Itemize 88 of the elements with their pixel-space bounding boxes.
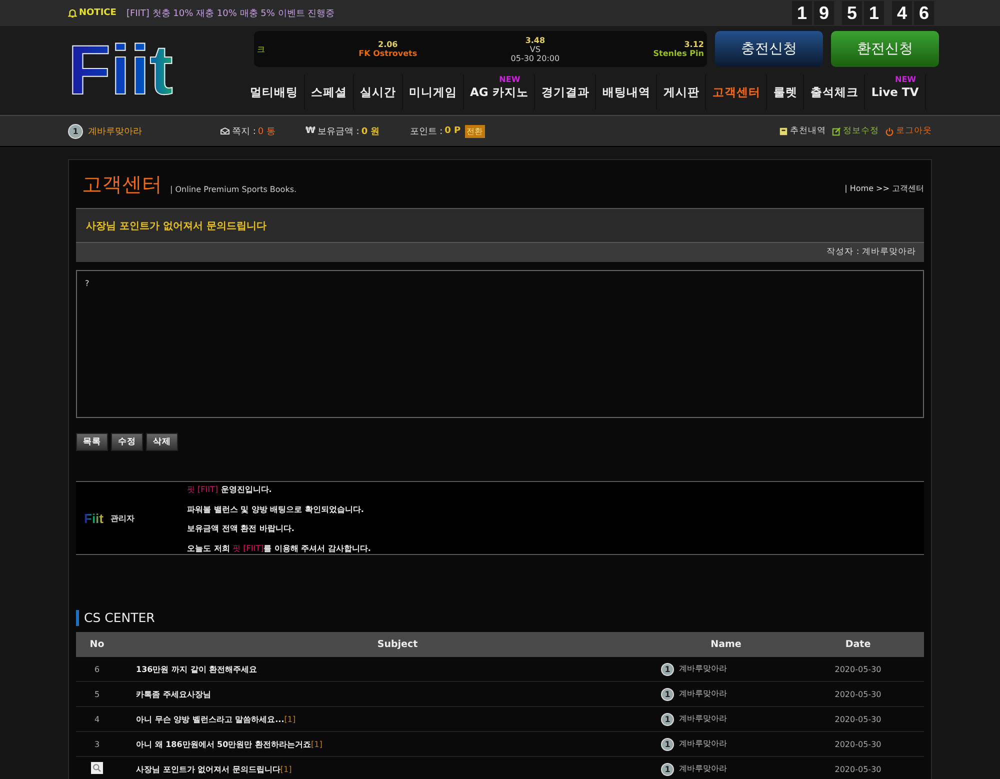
balance: ₩ 보유금액 : 0 원: [306, 125, 380, 138]
post-body: ?: [76, 270, 924, 418]
match-time: 05-30 20:00: [510, 54, 560, 62]
notice-label: NOTICE: [68, 8, 116, 18]
action-button[interactable]: 수정: [111, 433, 143, 451]
team-name: FK Ostrovets: [358, 49, 418, 58]
nav-tab[interactable]: 룰렛: [773, 85, 798, 99]
breadcrumb: | Home >> 고객센터: [844, 183, 924, 194]
action-button[interactable]: 삭제: [146, 433, 178, 451]
post-date: 2020-05-30: [834, 764, 882, 774]
team-name: 크: [257, 44, 265, 54]
nav-tab[interactable]: 출석체크: [810, 85, 858, 99]
row-number: 5: [94, 690, 100, 698]
new-label: NEW: [499, 75, 520, 84]
level-icon: 1: [661, 712, 674, 726]
reply-text: 오늘도 저희 핏 [FIIT]를 이용해 주셔서 감사합니다.: [187, 542, 371, 554]
nav-tab[interactable]: 게시판: [663, 85, 700, 99]
page-title: 고객센터: [82, 171, 162, 198]
edit-link[interactable]: 정보수정: [832, 125, 879, 137]
row-number: 6: [94, 664, 100, 674]
level-icon: 1: [68, 124, 83, 138]
post-date: 2020-05-30: [834, 664, 882, 674]
envelope-icon: [220, 127, 230, 135]
clock-digit: 5: [842, 1, 862, 25]
memo-count[interactable]: 쪽지 : 0 통: [220, 124, 276, 138]
nav-tab[interactable]: 경기결과: [541, 85, 590, 99]
clock-digit: 4: [892, 1, 912, 25]
fiit-logo: Fiit: [84, 510, 104, 526]
clock-digit: 6: [914, 1, 934, 25]
column-header: Name: [660, 632, 792, 657]
post-link[interactable]: 136만원 까지 같이 환전해주세요: [136, 664, 258, 674]
post-author: 작성자 : 계바루맞아라: [76, 242, 924, 262]
level-icon: 1: [661, 662, 674, 676]
author-name: 계바루맞아라: [679, 764, 727, 772]
level-icon: 1: [661, 688, 674, 700]
nav-tab[interactable]: Live TV: [871, 85, 919, 99]
author-name: 계바루맞아라: [679, 688, 727, 698]
recommend-link[interactable]: 추천내역: [779, 125, 826, 137]
logout-link[interactable]: 로그아웃: [885, 125, 932, 137]
odds: 3.12: [684, 40, 704, 49]
reply-text: 파워볼 밸런스 및 양방 배팅으로 확인되었습니다.: [187, 504, 365, 515]
edit-icon: [832, 126, 841, 136]
bell-icon: [68, 8, 77, 18]
withdraw-button[interactable]: 환전신청: [831, 31, 939, 67]
column-header: Subject: [118, 632, 660, 657]
author-name: 계바루맞아라: [679, 714, 727, 722]
deposit-button[interactable]: 충전신청: [715, 31, 823, 67]
nav-tab[interactable]: 고객센터: [712, 85, 760, 99]
author-name: 계바루맞아라: [679, 664, 727, 672]
nav-tab[interactable]: 배팅내역: [602, 85, 650, 99]
clock-digit: 9: [814, 1, 834, 25]
reply-text: 핏 [FIIT] 운영진입니다.: [187, 484, 273, 495]
post-link[interactable]: 사장님 포인트가 없어져서 문의드립니다[1]: [136, 764, 292, 774]
power-icon: [885, 126, 894, 136]
clock-digit: 1: [792, 1, 812, 25]
page-subtitle: | Online Premium Sports Books.: [170, 185, 297, 194]
post-title: 사장님 포인트가 없어져서 문의드립니다: [76, 208, 924, 242]
author-name: 계바루맞아라: [679, 738, 727, 748]
team-name: Stenles Pin: [653, 49, 704, 58]
notice-text: [FIIT] 첫충 10% 재충 10% 매충 5% 이벤트 진행중: [126, 8, 335, 20]
document-icon: [779, 126, 788, 136]
nav-tab[interactable]: 스페셜: [311, 85, 347, 99]
column-header: Date: [792, 632, 924, 657]
post-link[interactable]: 아니 왜 186만원에서 50만원만 환전하라는거죠[1]: [136, 740, 322, 748]
post-date: 2020-05-30: [834, 740, 882, 748]
odds: 3.48: [525, 36, 546, 44]
column-header: No: [76, 632, 118, 657]
new-label: NEW: [895, 75, 916, 84]
username: 계바루맞아라: [88, 126, 142, 138]
level-icon: 1: [661, 762, 674, 776]
row-number: 4: [94, 714, 100, 724]
row-number: 3: [94, 740, 100, 748]
post-date: 2020-05-30: [834, 690, 882, 698]
level-icon: 1: [661, 738, 674, 750]
post-date: 2020-05-30: [834, 714, 882, 724]
vs-label: VS: [530, 44, 540, 54]
reply-author: 관리자: [110, 512, 134, 524]
post-link[interactable]: 아니 무슨 양방 벨런스라고 말씀하세요...[1]: [136, 714, 296, 724]
nav-tab[interactable]: AG 카지노: [470, 85, 528, 99]
clock-digit: 1: [864, 1, 884, 25]
action-button[interactable]: 목록: [76, 433, 108, 451]
nav-tab[interactable]: 미니게임: [409, 85, 457, 99]
reply-text: 보유금액 전액 환전 바랍니다.: [187, 523, 296, 534]
section-title: CS CENTER: [76, 610, 924, 626]
nav-tab[interactable]: 실시간: [360, 85, 396, 99]
post-link[interactable]: 카톡좀 주세요사장님: [136, 690, 211, 698]
points: 포인트 : 0 P: [410, 125, 461, 138]
odds: 2.06: [378, 40, 398, 49]
